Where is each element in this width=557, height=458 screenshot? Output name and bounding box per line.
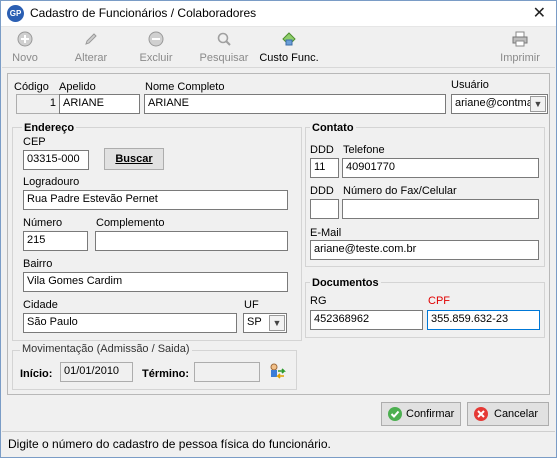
cep-label: CEP <box>23 136 46 148</box>
cancelar-label: Cancelar <box>494 408 539 420</box>
telefone-label: Telefone <box>343 144 385 156</box>
fax-field[interactable] <box>342 199 539 219</box>
check-icon <box>388 407 402 421</box>
pesquisar-label: Pesquisar <box>199 52 249 64</box>
cidade-field[interactable]: São Paulo <box>23 313 237 333</box>
novo-button[interactable]: Novo <box>10 31 40 64</box>
novo-label: Novo <box>12 52 38 64</box>
cidade-label: Cidade <box>23 299 58 311</box>
bairro-field[interactable]: Vila Gomes Cardim <box>23 272 288 292</box>
toolbar: Novo Alterar Excluir Pesquisar Custo Fun… <box>2 28 555 68</box>
search-icon <box>217 32 231 46</box>
alterar-label: Alterar <box>74 52 108 64</box>
cancelar-button[interactable]: Cancelar <box>467 402 549 426</box>
status-bar: Digite o número do cadastro de pessoa fí… <box>2 431 555 457</box>
inicio-field: 01/01/2010 <box>60 362 133 382</box>
email-field[interactable]: ariane@teste.com.br <box>310 240 539 260</box>
numero-label: Número <box>23 217 63 229</box>
status-text: Digite o número do cadastro de pessoa fí… <box>8 437 331 451</box>
complemento-label: Complemento <box>96 217 165 229</box>
custo-func-button[interactable]: Custo Func. <box>259 31 319 64</box>
rg-label: RG <box>310 295 327 307</box>
title-bar: GP Cadastro de Funcionários / Colaborado… <box>1 1 556 27</box>
nome-completo-label: Nome Completo <box>145 81 225 93</box>
app-logo-icon: GP <box>7 5 24 22</box>
form-panel: Código 1 Apelido ARIANE Nome Completo AR… <box>7 73 550 395</box>
termino-field <box>194 362 260 382</box>
usuario-label: Usuário <box>451 79 489 91</box>
logradouro-label: Logradouro <box>23 176 80 188</box>
ddd-field[interactable]: 11 <box>310 158 339 178</box>
cancel-icon <box>474 407 488 421</box>
fax-label: Número do Fax/Celular <box>343 185 457 197</box>
termino-label: Término: <box>142 368 190 380</box>
imprimir-label: Imprimir <box>500 52 540 64</box>
confirmar-button[interactable]: Confirmar <box>381 402 461 426</box>
rg-field[interactable]: 452368962 <box>310 310 423 330</box>
alterar-button[interactable]: Alterar <box>72 31 110 64</box>
codigo-label: Código <box>14 81 49 93</box>
cost-icon <box>282 32 296 46</box>
add-icon <box>17 31 33 47</box>
movimentacao-title: Movimentação (Admissão / Saida) <box>20 343 192 355</box>
ddd-fax-label: DDD <box>310 185 334 197</box>
employee-registration-window: GP Cadastro de Funcionários / Colaborado… <box>0 0 557 458</box>
apelido-field[interactable]: ARIANE <box>59 94 140 114</box>
endereco-title: Endereço <box>22 122 77 134</box>
bairro-label: Bairro <box>23 258 53 270</box>
numero-field[interactable]: 215 <box>23 231 88 251</box>
nome-completo-field[interactable]: ARIANE <box>144 94 446 114</box>
ddd-fax-field[interactable] <box>310 199 339 219</box>
codigo-field: 1 <box>16 94 60 114</box>
imprimir-button[interactable]: Imprimir <box>496 31 544 64</box>
close-icon[interactable]: ✕ <box>533 3 546 23</box>
cpf-field[interactable]: 355.859.632-23 <box>427 310 540 330</box>
telefone-field[interactable]: 40901770 <box>342 158 539 178</box>
usuario-value: ariane@contma <box>455 97 533 109</box>
buscar-button[interactable]: Buscar <box>104 148 164 170</box>
cpf-label: CPF <box>428 295 450 307</box>
window-title: Cadastro de Funcionários / Colaboradores <box>30 6 257 20</box>
excluir-button[interactable]: Excluir <box>138 31 174 64</box>
pesquisar-button[interactable]: Pesquisar <box>198 31 250 64</box>
remove-icon <box>148 31 164 47</box>
move-people-icon[interactable] <box>268 362 286 380</box>
email-label: E-Mail <box>310 227 342 239</box>
uf-dropdown-chevron-down-icon[interactable]: ▼ <box>269 315 285 331</box>
custo-func-label: Custo Func. <box>259 52 319 64</box>
contato-title: Contato <box>310 122 356 134</box>
uf-label: UF <box>244 299 259 311</box>
pencil-icon <box>85 33 97 45</box>
logradouro-field[interactable]: Rua Padre Estevão Pernet <box>23 190 288 210</box>
confirmar-label: Confirmar <box>406 408 455 420</box>
cep-field[interactable]: 03315-000 <box>23 150 89 170</box>
inicio-label: Início: <box>20 368 53 380</box>
apelido-label: Apelido <box>59 81 96 93</box>
complemento-field[interactable] <box>95 231 288 251</box>
documentos-title: Documentos <box>310 277 381 289</box>
printer-icon <box>512 31 528 47</box>
usuario-dropdown-chevron-down-icon[interactable]: ▼ <box>530 96 546 112</box>
uf-value: SP <box>247 316 262 328</box>
excluir-label: Excluir <box>139 52 173 64</box>
ddd-label: DDD <box>310 144 334 156</box>
